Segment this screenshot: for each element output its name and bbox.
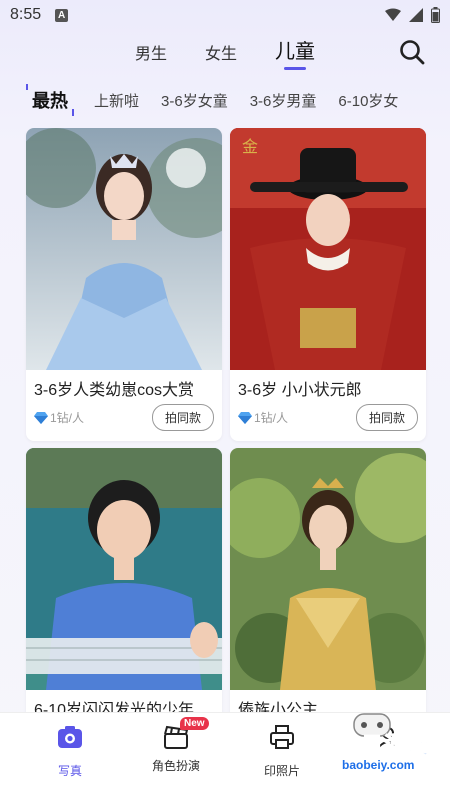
template-card[interactable]: 3-6岁人类幼崽cos大赏 1钻/人 拍同款 bbox=[26, 128, 222, 441]
status-time: 8:55 bbox=[10, 6, 42, 23]
status-icons bbox=[385, 7, 440, 23]
nav-print[interactable]: 印照片 bbox=[242, 723, 322, 779]
template-card[interactable]: 金 3-6岁 小小状元郎 1钻/人 拍同款 bbox=[230, 128, 426, 441]
category-bar: 最热 上新啦 3-6岁女童 3-6岁男童 6-10岁女 bbox=[0, 84, 450, 116]
template-price: 1钻/人 bbox=[50, 411, 85, 425]
camera-icon bbox=[58, 726, 82, 748]
shoot-same-button[interactable]: 拍同款 bbox=[355, 404, 418, 431]
template-photo[interactable] bbox=[230, 448, 426, 690]
watermark-url: baobeiy.com bbox=[342, 758, 415, 772]
svg-text:金: 金 bbox=[242, 137, 258, 156]
nav-label: 写真 bbox=[57, 764, 82, 778]
nav-label: 角色扮演 bbox=[151, 759, 200, 773]
status-bar: 8:55 A bbox=[0, 0, 450, 30]
diamond-icon bbox=[238, 411, 252, 424]
category-girls-6-10[interactable]: 6-10岁女 bbox=[338, 90, 398, 111]
printer-icon bbox=[270, 725, 294, 749]
diamond-icon bbox=[34, 411, 48, 424]
template-title: 3-6岁人类幼崽cos大赏 bbox=[34, 382, 195, 399]
template-price: 1钻/人 bbox=[254, 411, 289, 425]
watermark-logo: 宝贝游戏网 baobeiy.com bbox=[318, 706, 448, 796]
wifi-icon bbox=[385, 8, 401, 21]
nav-label: 印照片 bbox=[263, 764, 300, 778]
category-girls-3-6[interactable]: 3-6岁女童 bbox=[161, 90, 228, 111]
shoot-same-button[interactable]: 拍同款 bbox=[151, 404, 214, 431]
nav-photo[interactable]: 写真 bbox=[30, 723, 110, 779]
template-photo[interactable] bbox=[26, 128, 222, 370]
new-badge: New bbox=[180, 717, 209, 730]
template-photo[interactable]: 金 bbox=[230, 128, 426, 370]
template-grid: 3-6岁人类幼崽cos大赏 1钻/人 拍同款 金 3-6岁 小小状元郎 1钻/人… bbox=[0, 128, 450, 718]
battery-icon bbox=[431, 7, 440, 23]
template-title: 3-6岁 小小状元郎 bbox=[238, 382, 362, 399]
category-boys-3-6[interactable]: 3-6岁男童 bbox=[250, 90, 317, 111]
category-hot[interactable]: 最热 bbox=[26, 84, 74, 116]
category-new[interactable]: 上新啦 bbox=[94, 90, 139, 111]
template-card[interactable]: 傣族小公主 bbox=[230, 448, 426, 718]
tab-girls[interactable]: 女生 bbox=[205, 40, 237, 70]
search-icon[interactable] bbox=[398, 38, 426, 66]
template-card[interactable]: 6-10岁闪闪发光的少年 bbox=[26, 448, 222, 718]
tab-boys[interactable]: 男生 bbox=[135, 40, 167, 70]
notification-a-icon: A bbox=[55, 8, 69, 22]
top-tab-bar: 男生 女生 儿童 bbox=[0, 36, 450, 70]
nav-roleplay[interactable]: New 角色扮演 bbox=[136, 717, 216, 774]
signal-icon bbox=[409, 8, 423, 22]
template-photo[interactable] bbox=[26, 448, 222, 690]
tab-children[interactable]: 儿童 bbox=[275, 35, 315, 70]
